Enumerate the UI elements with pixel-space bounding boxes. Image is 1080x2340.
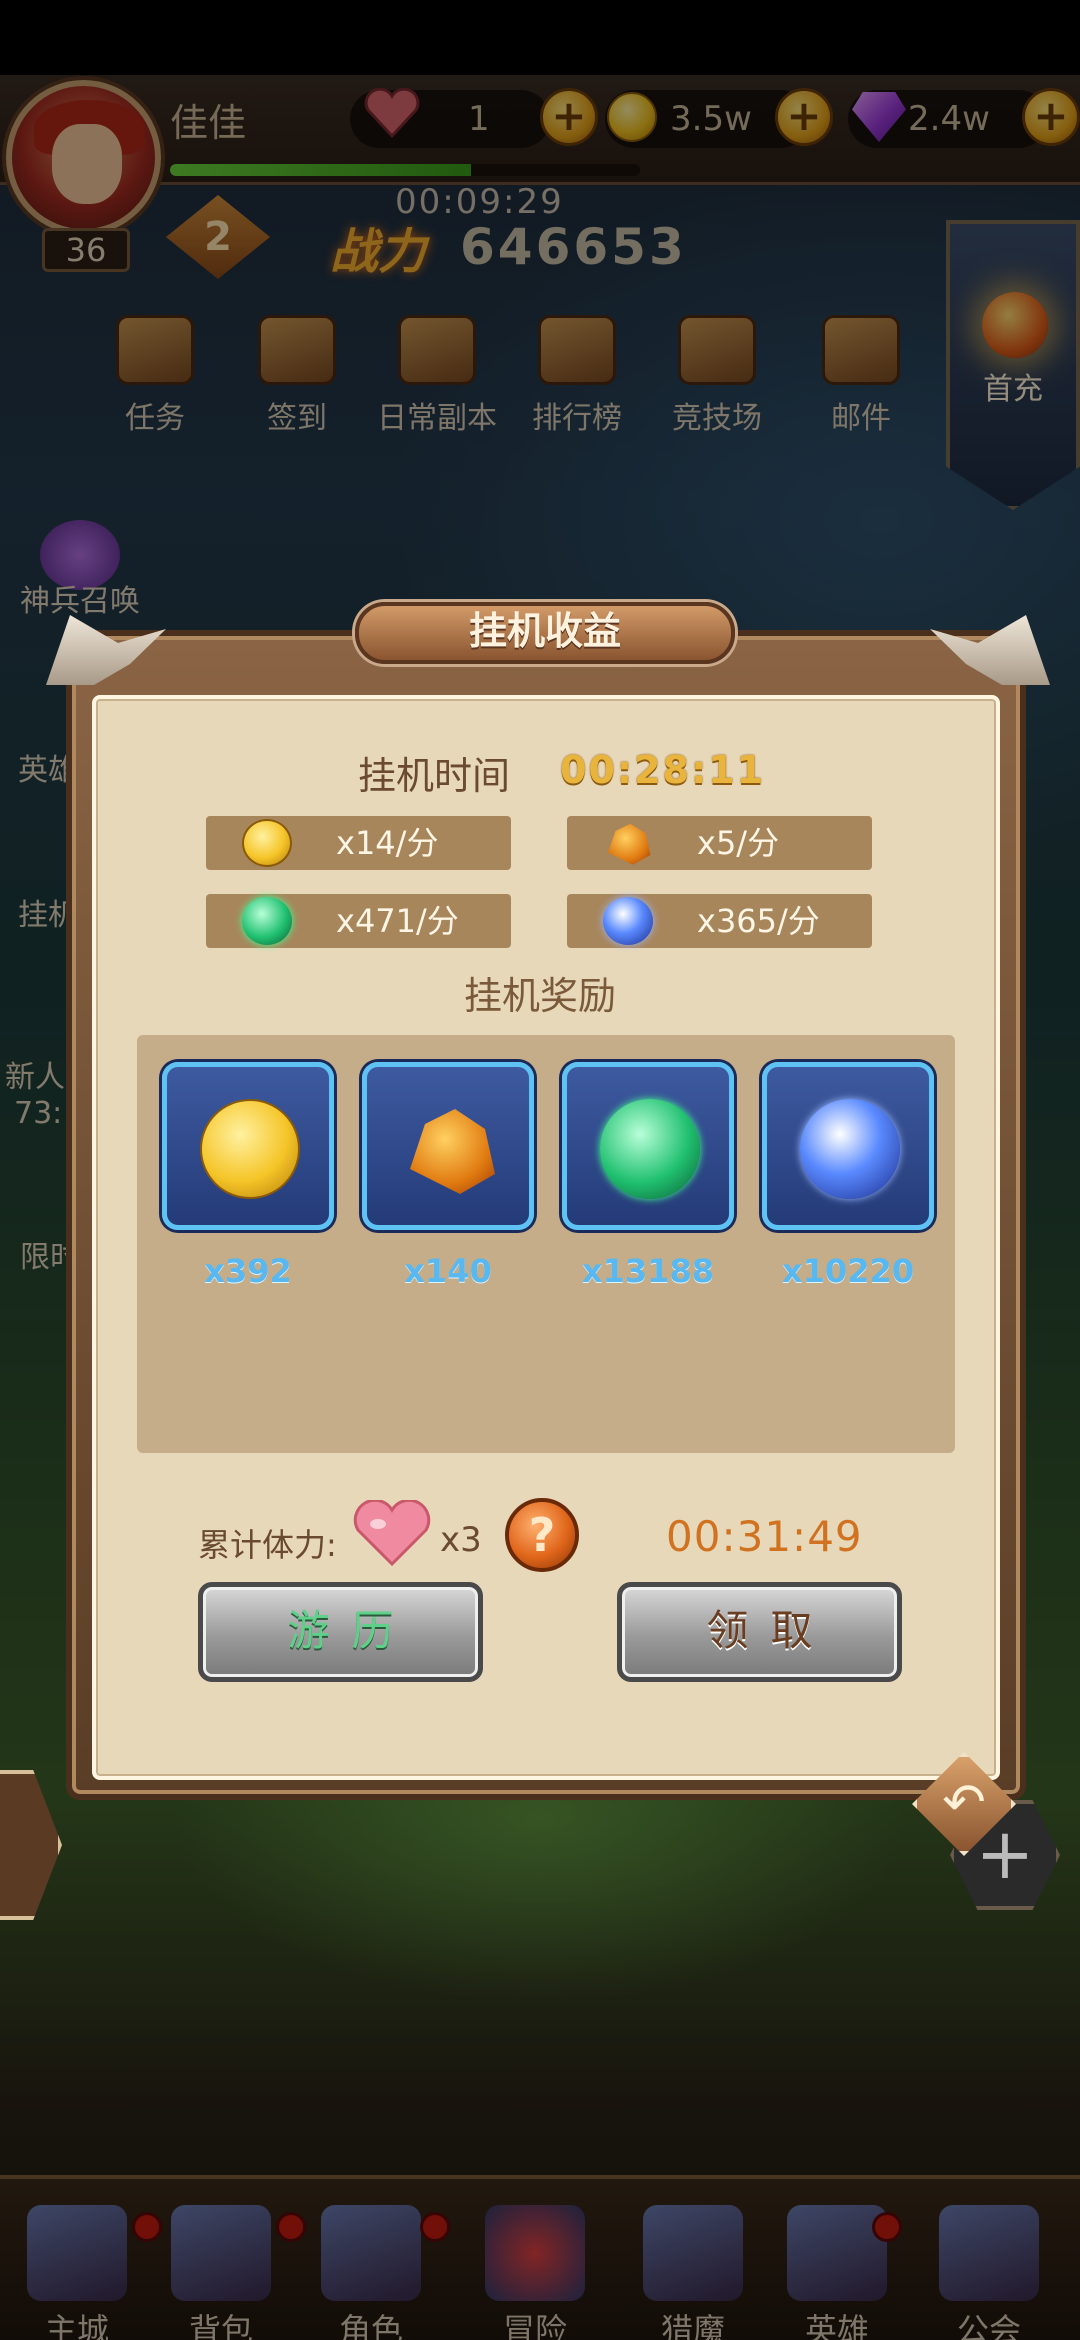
reward-qty-green: x13188 xyxy=(582,1252,714,1290)
rewards-title: 挂机奖励 xyxy=(463,974,616,1018)
stamina-value: 1 xyxy=(468,99,490,139)
side-newbie[interactable]: 新人 xyxy=(5,1052,65,1096)
avatar-face xyxy=(52,124,122,204)
hero-icon xyxy=(787,2205,887,2301)
menu-daily-dungeon[interactable]: 日常副本 xyxy=(372,315,502,437)
rate-ore: x5/分 xyxy=(567,816,872,870)
rate-green: x471/分 xyxy=(206,894,511,948)
role-icon xyxy=(321,2205,421,2301)
rate-blue: x365/分 xyxy=(567,894,872,948)
blue-orb-icon xyxy=(800,1099,900,1199)
side-newbie-timer: 73: xyxy=(14,1096,63,1131)
nav-hunt[interactable]: 猎魔 xyxy=(628,2205,758,2340)
side-summon[interactable]: 神兵召唤 xyxy=(20,576,140,620)
reward-qty-ore: x140 xyxy=(404,1252,492,1290)
green-orb-icon xyxy=(600,1099,700,1199)
notification-dot xyxy=(872,2212,902,2242)
rate-blue-text: x365/分 xyxy=(697,902,820,940)
player-name: 佳佳 xyxy=(170,101,247,145)
gold-coin-icon xyxy=(607,92,657,142)
first-recharge-label: 首充 xyxy=(983,372,1043,407)
dialog-title: 挂机收益 xyxy=(468,609,621,653)
chat-button[interactable] xyxy=(0,1770,62,1920)
rate-ore-text: x5/分 xyxy=(697,824,780,862)
checkin-icon xyxy=(258,315,336,385)
claim-button[interactable]: 领取 xyxy=(617,1582,902,1682)
nav-main-city[interactable]: 主城 xyxy=(12,2205,142,2340)
menu-checkin[interactable]: 签到 xyxy=(232,315,362,437)
power-value: 646653 xyxy=(460,218,687,276)
nav-guild[interactable]: 公会 xyxy=(924,2205,1054,2340)
notification-dot xyxy=(132,2212,162,2242)
idle-time-value: 00:28:11 xyxy=(560,748,766,792)
exp-bar-fill xyxy=(170,164,471,176)
player-avatar[interactable] xyxy=(6,80,161,235)
rate-gold: x14/分 xyxy=(206,816,511,870)
gold-coin-icon xyxy=(200,1099,300,1199)
chest-icon xyxy=(171,2205,271,2301)
reward-slot-green[interactable] xyxy=(562,1062,734,1230)
heart-icon xyxy=(353,1500,431,1567)
add-diamond-button[interactable]: + xyxy=(1022,88,1080,146)
idle-time-label: 挂机时间 xyxy=(358,754,511,798)
menu-arena[interactable]: 竞技场 xyxy=(652,315,782,437)
power-label: 战力 xyxy=(330,224,427,280)
gift-bag-icon xyxy=(982,292,1048,358)
gold-value: 3.5w xyxy=(670,99,752,139)
arena-icon xyxy=(678,315,756,385)
heart-icon xyxy=(364,88,420,138)
castle-icon xyxy=(27,2205,127,2301)
notification-dot xyxy=(276,2212,306,2242)
gold-ore-icon xyxy=(608,823,651,865)
stamina-accumulated-label: 累计体力: xyxy=(198,1526,337,1564)
dungeon-icon xyxy=(398,315,476,385)
rank-badge[interactable]: 2 xyxy=(166,195,270,279)
nav-adventure[interactable]: 冒险 xyxy=(470,2205,600,2340)
gold-coin-icon xyxy=(242,819,292,867)
reward-qty-gold: x392 xyxy=(204,1252,292,1290)
reward-slot-blue[interactable] xyxy=(762,1062,934,1230)
diamond-value: 2.4w xyxy=(908,99,990,139)
menu-leaderboard[interactable]: 排行榜 xyxy=(512,315,642,437)
leaderboard-icon xyxy=(538,315,616,385)
reward-countdown: 00:31:49 xyxy=(666,1512,863,1561)
target-icon xyxy=(485,2205,585,2301)
help-button[interactable]: ? xyxy=(505,1498,579,1572)
travel-button[interactable]: 游历 xyxy=(198,1582,483,1682)
nav-bag[interactable]: 背包 xyxy=(156,2205,286,2340)
reward-slot-ore[interactable] xyxy=(362,1062,534,1230)
menu-quest[interactable]: 任务 xyxy=(90,315,220,437)
blue-orb-icon xyxy=(603,897,653,945)
add-gold-button[interactable]: + xyxy=(775,88,833,146)
menu-mail[interactable]: 邮件 xyxy=(796,315,926,437)
green-orb-icon xyxy=(242,897,292,945)
hunt-icon xyxy=(643,2205,743,2301)
rate-gold-text: x14/分 xyxy=(336,824,439,862)
game-screen: 36 佳佳 1 + 3.5w + 2.4w + 00:09:29 2 战力 64… xyxy=(0,0,1080,2340)
reward-slot-gold[interactable] xyxy=(162,1062,334,1230)
add-stamina-button[interactable]: + xyxy=(540,88,598,146)
mail-icon xyxy=(822,315,900,385)
nav-role[interactable]: 角色 xyxy=(306,2205,436,2340)
gold-ore-icon xyxy=(410,1109,495,1194)
guild-icon xyxy=(939,2205,1039,2301)
player-level: 36 xyxy=(42,228,130,272)
stamina-accumulated-qty: x3 xyxy=(440,1520,482,1560)
quest-icon xyxy=(116,315,194,385)
reward-qty-blue: x10220 xyxy=(782,1252,914,1290)
notification-dot xyxy=(420,2212,450,2242)
exp-bar xyxy=(170,164,640,176)
rate-green-text: x471/分 xyxy=(336,902,459,940)
first-recharge-banner[interactable]: 首充 xyxy=(946,220,1080,510)
